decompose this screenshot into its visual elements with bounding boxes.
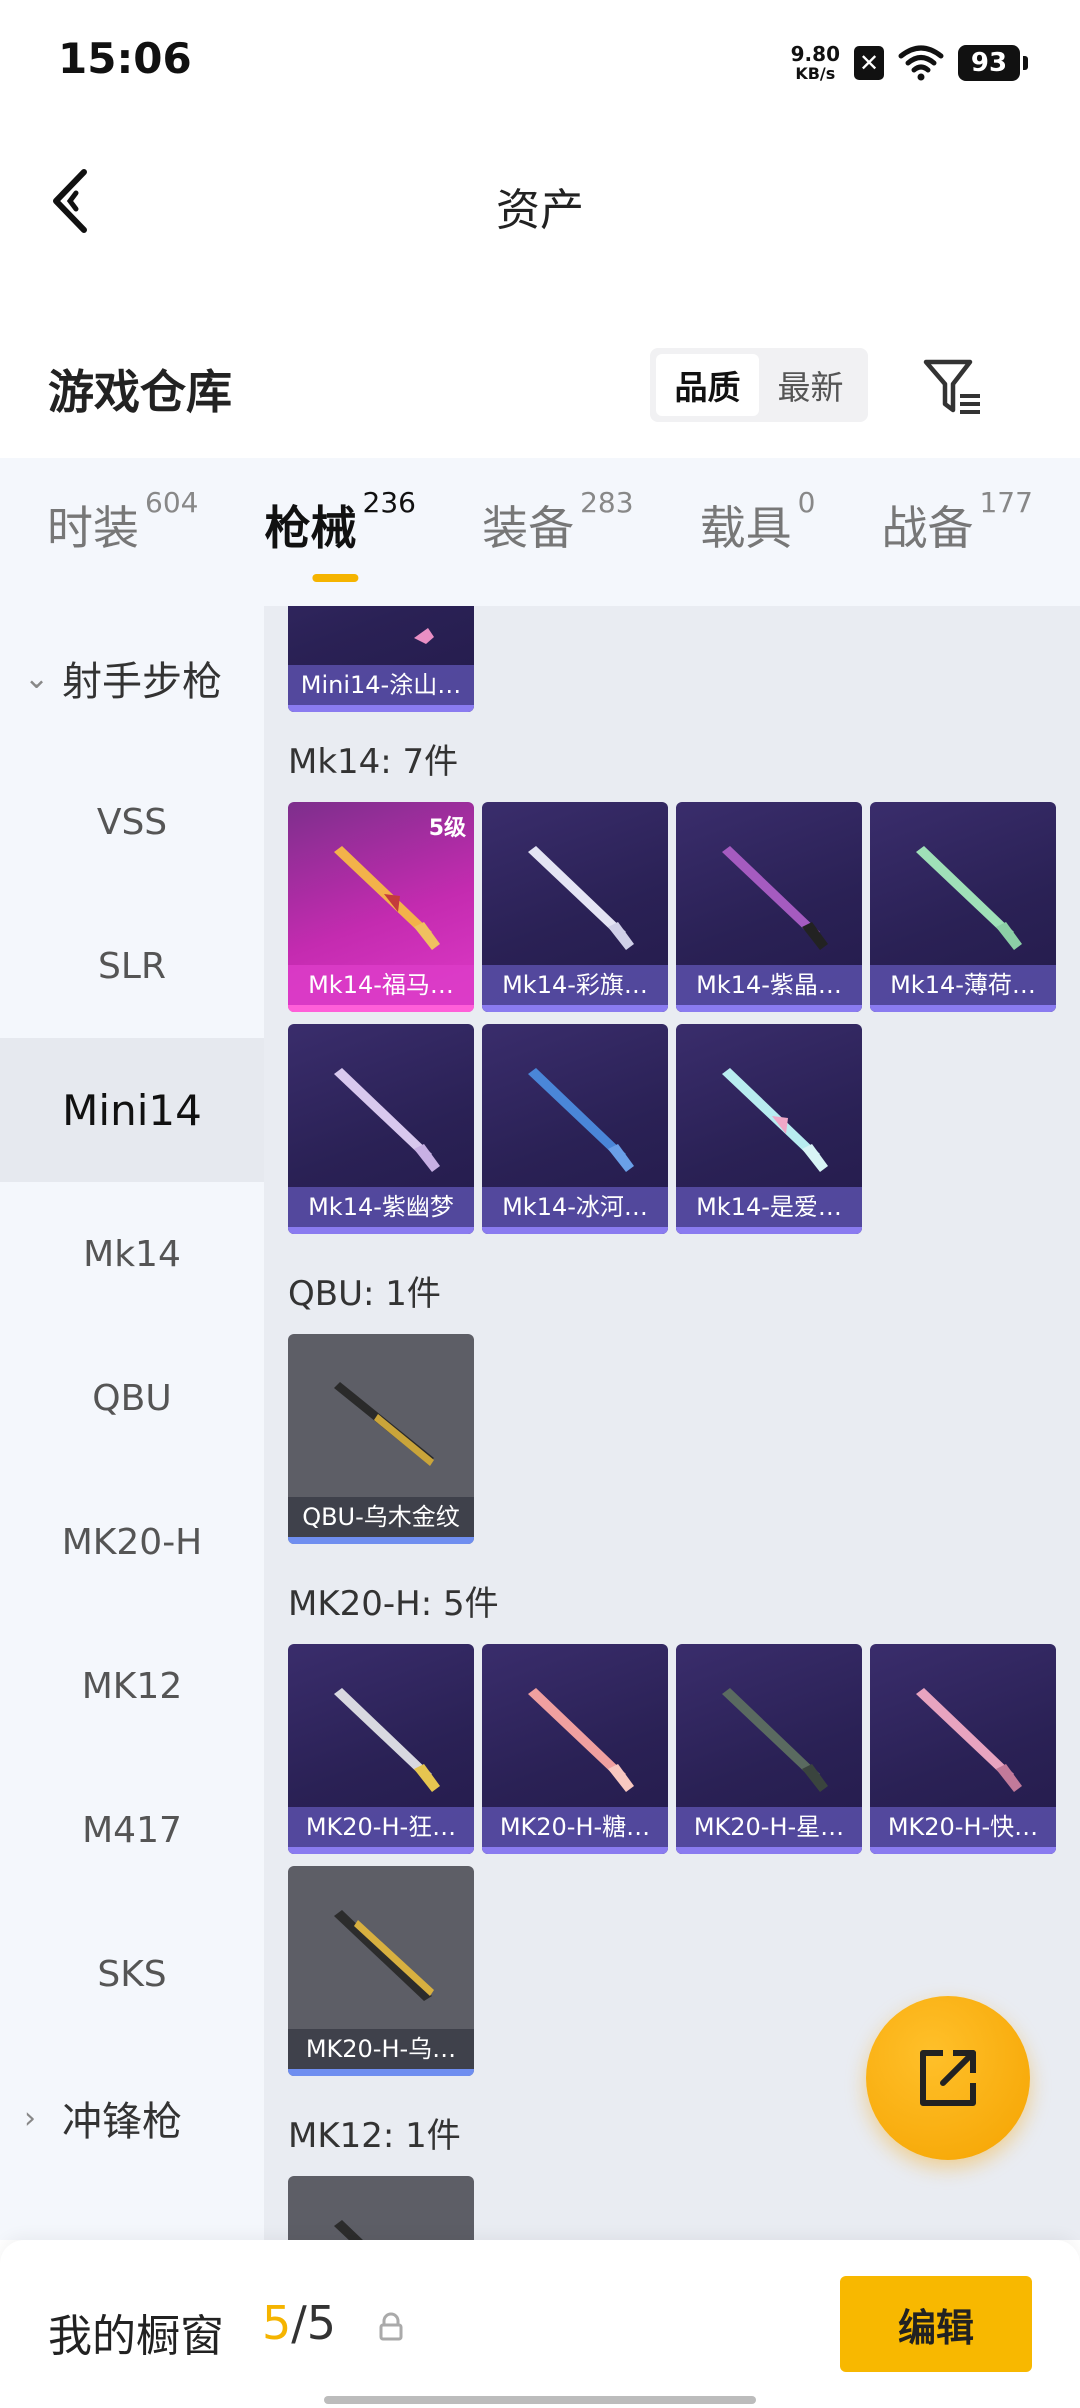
weapon-skin-list: Mini14-涂山… Mk14: 7件 5级 Mk14-福马… Mk14-彩旗…… <box>264 606 1080 2240</box>
rifle-skin-icon <box>722 846 828 950</box>
filter-button[interactable] <box>920 354 986 420</box>
sidebar-group-smg[interactable]: › 冲锋枪 <box>0 2046 264 2190</box>
skin-card[interactable]: 5级 Mk14-福马… <box>288 802 474 1012</box>
sidebar-item-mk20h[interactable]: MK20-H <box>0 1470 264 1614</box>
skin-card[interactable]: MK20-H-星… <box>676 1644 862 1854</box>
sidebar-item-qbu[interactable]: QBU <box>0 1326 264 1470</box>
sidebar-item-mk14[interactable]: Mk14 <box>0 1182 264 1326</box>
sidebar-item-mk12[interactable]: MK12 <box>0 1614 264 1758</box>
tab-vehicles[interactable]: 载具 0 <box>700 486 816 572</box>
warehouse-title: 游戏仓库 <box>48 365 232 419</box>
rifle-skin-icon <box>334 1382 434 1466</box>
section-title-qbu: QBU: 1件 <box>288 1274 441 1314</box>
section-title-mk12: MK12: 1件 <box>288 2116 461 2156</box>
skin-card[interactable]: Mk14-紫晶… <box>676 802 862 1012</box>
sidebar-item-m417[interactable]: M417 <box>0 1758 264 1902</box>
showcase-bar: 我的橱窗 5/5 编辑 <box>0 2240 1080 2408</box>
skin-card[interactable]: Mk14-是爱… <box>676 1024 862 1234</box>
skin-card[interactable]: Mk14-彩旗… <box>482 802 668 1012</box>
skin-card[interactable]: MK20-H-快… <box>870 1644 1056 1854</box>
status-icons: 9.80 KB/s ✕ 93 <box>790 38 1028 88</box>
sort-toggle: 品质 最新 <box>650 348 868 422</box>
rifle-skin-icon <box>722 1688 828 1792</box>
sort-quality-button[interactable]: 品质 <box>656 354 759 416</box>
external-link-icon <box>920 2050 976 2106</box>
status-bar: 15:06 9.80 KB/s ✕ 93 <box>0 0 1080 124</box>
skin-card[interactable]: Mk14-薄荷… <box>870 802 1056 1012</box>
skin-card[interactable]: Mini14-涂山… <box>288 606 474 712</box>
rifle-skin-icon <box>722 1068 828 1172</box>
wifi-icon <box>898 45 944 81</box>
rifle-skin-icon <box>334 1068 440 1172</box>
category-tabs: 时装 604 枪械 236 装备 283 载具 0 战备 177 <box>0 458 1080 606</box>
skin-card[interactable]: Mk14-紫幽梦 <box>288 1024 474 1234</box>
no-sim-icon: ✕ <box>854 46 884 80</box>
weapon-type-sidebar: ⌄ 射手步枪 VSS SLR Mini14 Mk14 QBU MK20-H MK… <box>0 606 264 2240</box>
skin-card[interactable]: Mk14-冰河… <box>482 1024 668 1234</box>
skin-card[interactable]: MK20-H-乌… <box>288 1866 474 2076</box>
level-badge: 5级 <box>428 816 466 841</box>
sidebar-group-marksman-rifles[interactable]: ⌄ 射手步枪 <box>0 606 264 750</box>
skin-card[interactable]: MK20-H-狂… <box>288 1644 474 1854</box>
share-button[interactable] <box>866 1996 1030 2160</box>
network-speed: 9.80 KB/s <box>790 42 840 83</box>
skin-card[interactable]: QBU-乌木金纹 <box>288 1334 474 1544</box>
showcase-count: 5/5 <box>262 2296 337 2350</box>
filter-icon <box>923 359 980 414</box>
sidebar-item-sks[interactable]: SKS <box>0 1902 264 2046</box>
app-header: 资产 <box>0 124 1080 274</box>
tab-combat-gear[interactable]: 战备 177 <box>881 486 1032 572</box>
tab-equipment[interactable]: 装备 283 <box>482 486 633 572</box>
rifle-skin-icon <box>334 1910 434 2001</box>
rifle-skin-icon <box>916 846 1022 950</box>
rifle-skin-icon <box>334 1688 440 1792</box>
sidebar-item-slr[interactable]: SLR <box>0 894 264 1038</box>
lock-icon <box>379 2312 403 2341</box>
sidebar-item-mini14[interactable]: Mini14 <box>0 1038 264 1182</box>
sidebar-item-vss[interactable]: VSS <box>0 750 264 894</box>
page-title: 资产 <box>496 185 584 236</box>
section-title-mk20h: MK20-H: 5件 <box>288 1584 499 1624</box>
skin-card[interactable] <box>288 2176 474 2240</box>
rifle-skin-icon <box>414 628 434 644</box>
battery-indicator: 93 <box>958 45 1028 81</box>
rifle-skin-icon <box>528 846 634 950</box>
rifle-skin-icon <box>334 2220 363 2240</box>
sort-latest-button[interactable]: 最新 <box>759 354 862 416</box>
chevron-down-icon: ⌄ <box>24 660 50 696</box>
rifle-skin-icon <box>916 1688 1022 1792</box>
tab-weapons[interactable]: 枪械 236 <box>265 486 416 572</box>
showcase-label: 我的橱窗 <box>48 2311 224 2362</box>
skin-card[interactable]: MK20-H-糖… <box>482 1644 668 1854</box>
rifle-skin-icon <box>528 1688 634 1792</box>
edit-button[interactable]: 编辑 <box>840 2276 1032 2372</box>
rifle-skin-icon <box>528 1068 634 1172</box>
status-time: 15:06 <box>58 34 192 83</box>
rifle-skin-icon <box>334 846 440 950</box>
chevron-right-icon: › <box>24 2100 36 2136</box>
home-indicator[interactable] <box>324 2396 756 2404</box>
tab-fashion[interactable]: 时装 604 <box>47 486 198 572</box>
section-title-mk14: Mk14: 7件 <box>288 742 459 782</box>
